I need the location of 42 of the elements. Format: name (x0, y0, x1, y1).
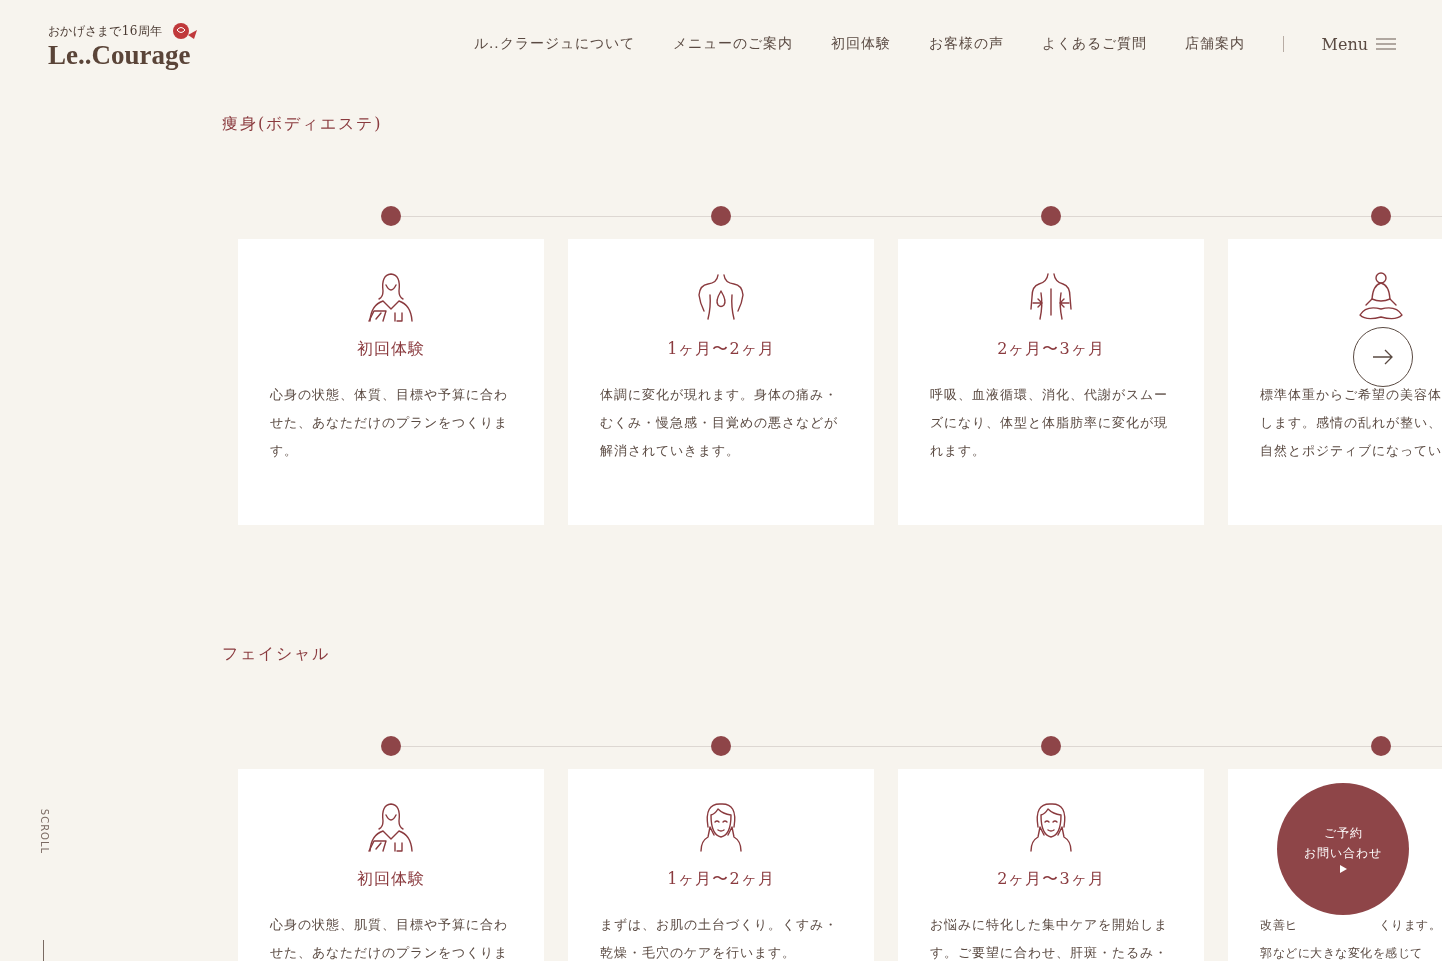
logo-wordmark[interactable]: Le..Courage (48, 39, 191, 70)
play-icon (1339, 865, 1347, 873)
menu-button[interactable]: Menu (1321, 34, 1396, 54)
timeline-dot (381, 206, 401, 226)
step-description: 呼吸、血液循環、消化、代謝がスムーズになり、体型と体脂肪率に変化が現れます。 (930, 386, 1169, 460)
arrow-right-icon (1372, 349, 1394, 365)
timeline-dot (711, 736, 731, 756)
woman-icon (366, 271, 416, 323)
woman-icon (366, 801, 416, 853)
step-title: 初回体験 (357, 868, 425, 890)
step-description: くります。 (1378, 917, 1441, 934)
nav-link[interactable]: メニューのご案内 (672, 35, 793, 53)
step-description: 標準体重からご希望の美容体します。感情の乱れが整い、自然とポジティブになってい (1260, 386, 1442, 460)
step-description: 心身の状態、肌質、目標や予算に合わせた、あなただけのプランをつくりま (270, 916, 509, 961)
step-title: 初回体験 (357, 338, 425, 360)
step-description: 体調に変化が現れます。身体の痛み・むくみ・慢急感・目覚めの悪さなどが解消されていきます。 (600, 386, 839, 460)
nav-link[interactable]: お客様の声 (928, 35, 1004, 53)
nav-link[interactable]: ル..クラージュについて (473, 35, 635, 53)
timeline-dot (1041, 206, 1061, 226)
step-title: 1ヶ月〜2ヶ月 (667, 338, 775, 360)
timeline-dot (1371, 206, 1391, 226)
scroll-label: SCROLL (38, 807, 50, 856)
step-description: 郭などに大きな変化を感じて (1260, 945, 1423, 961)
step-title: 2ヶ月〜3ヶ月 (997, 868, 1105, 890)
timeline-dot (381, 736, 401, 756)
timeline-dot (1041, 736, 1061, 756)
nav-link[interactable]: 初回体験 (830, 35, 891, 53)
step-description: 改善ヒ (1260, 917, 1298, 934)
section-title: フェイシャル (222, 644, 331, 664)
step-description: まずは、お肌の土台づくり。くすみ・乾燥・毛穴のケアを行います。 (600, 916, 839, 961)
timeline-dot (711, 206, 731, 226)
step-title: 2ヶ月〜3ヶ月 (997, 338, 1105, 360)
logo-tagline: おかげさまで16周年 (48, 22, 163, 40)
step-description: 心身の状態、体質、目標や予算に合わせた、あなただけのプランをつくります。 (270, 386, 509, 460)
torso-icon (696, 271, 746, 323)
timeline-dot (1371, 736, 1391, 756)
section-title: 痩身(ボディエステ) (222, 114, 384, 134)
menu-icon (1376, 38, 1396, 50)
step-description: お悩みに特化した集中ケアを開始します。ご要望に合わせ、肝斑・たるみ・ (930, 916, 1169, 961)
step-title: 1ヶ月〜2ヶ月 (667, 868, 775, 890)
nav-link[interactable]: 店舗案内 (1184, 35, 1245, 53)
nav-link[interactable]: よくあるご質問 (1041, 35, 1147, 53)
